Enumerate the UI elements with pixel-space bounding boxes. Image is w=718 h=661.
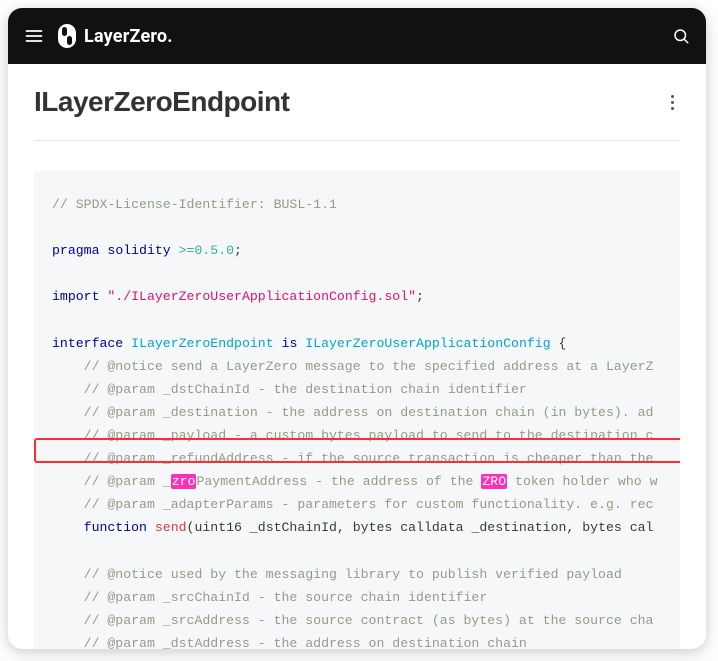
code-iface-parent: ILayerZeroUserApplicationConfig (305, 336, 550, 351)
search-icon[interactable] (672, 27, 690, 45)
code-pragma-kw: pragma (52, 243, 99, 258)
code-spdx: // SPDX-License-Identifier: BUSL-1.1 (52, 197, 337, 212)
code-param-srcchainid: // @param _srcChainId - the source chain… (52, 590, 487, 605)
brand-logo-icon (58, 24, 76, 48)
zro-highlight-1: zro (171, 474, 197, 489)
code-pragma-ver: >=0.5.0 (179, 243, 234, 258)
brand[interactable]: LayerZero. (58, 24, 173, 48)
code-notice1: // @notice send a LayerZero message to t… (52, 359, 653, 374)
code-block: // SPDX-License-Identifier: BUSL-1.1 pra… (34, 171, 680, 649)
code-param-zro: // @param _zroPaymentAddress - the addre… (52, 474, 658, 489)
brand-text: LayerZero. (84, 26, 173, 47)
code-fn-sig: uint16 _dstChainId, bytes calldata _dest… (194, 520, 653, 535)
topbar: LayerZero. (8, 8, 706, 64)
code-pre: // SPDX-License-Identifier: BUSL-1.1 pra… (52, 193, 662, 649)
code-fn-kw: function (84, 520, 147, 535)
doc-card: LayerZero. ILayerZeroEndpoint // SPDX-Li… (8, 8, 706, 649)
code-param-adapter: // @param _adapterParams - parameters fo… (52, 497, 653, 512)
code-fn-name: send (155, 520, 187, 535)
code-param-srcaddress: // @param _srcAddress - the source contr… (52, 613, 653, 628)
title-row: ILayerZeroEndpoint (34, 86, 680, 141)
code-param-refund: // @param _refundAddress - if the source… (52, 451, 653, 466)
code-notice2: // @notice used by the messaging library… (52, 567, 622, 582)
page-title: ILayerZeroEndpoint (34, 86, 289, 118)
code-iface-kw: interface (52, 336, 123, 351)
code-import-kw: import (52, 289, 99, 304)
code-param-dstaddress: // @param _dstAddress - the address on d… (52, 636, 527, 649)
more-menu-icon[interactable] (665, 89, 680, 116)
zro-highlight-2: ZRO (481, 474, 507, 489)
code-iface-name: ILayerZeroEndpoint (131, 336, 273, 351)
code-is-kw: is (282, 336, 298, 351)
code-pragma-lang: solidity (107, 243, 170, 258)
code-param-payload: // @param _payload - a custom bytes payl… (52, 428, 653, 443)
content-area: ILayerZeroEndpoint // SPDX-License-Ident… (8, 64, 706, 649)
menu-icon[interactable] (24, 26, 44, 46)
code-param-destination: // @param _destination - the address on … (52, 405, 653, 420)
code-import-path: "./ILayerZeroUserApplicationConfig.sol" (107, 289, 416, 304)
code-param-dstchainid: // @param _dstChainId - the destination … (52, 382, 527, 397)
